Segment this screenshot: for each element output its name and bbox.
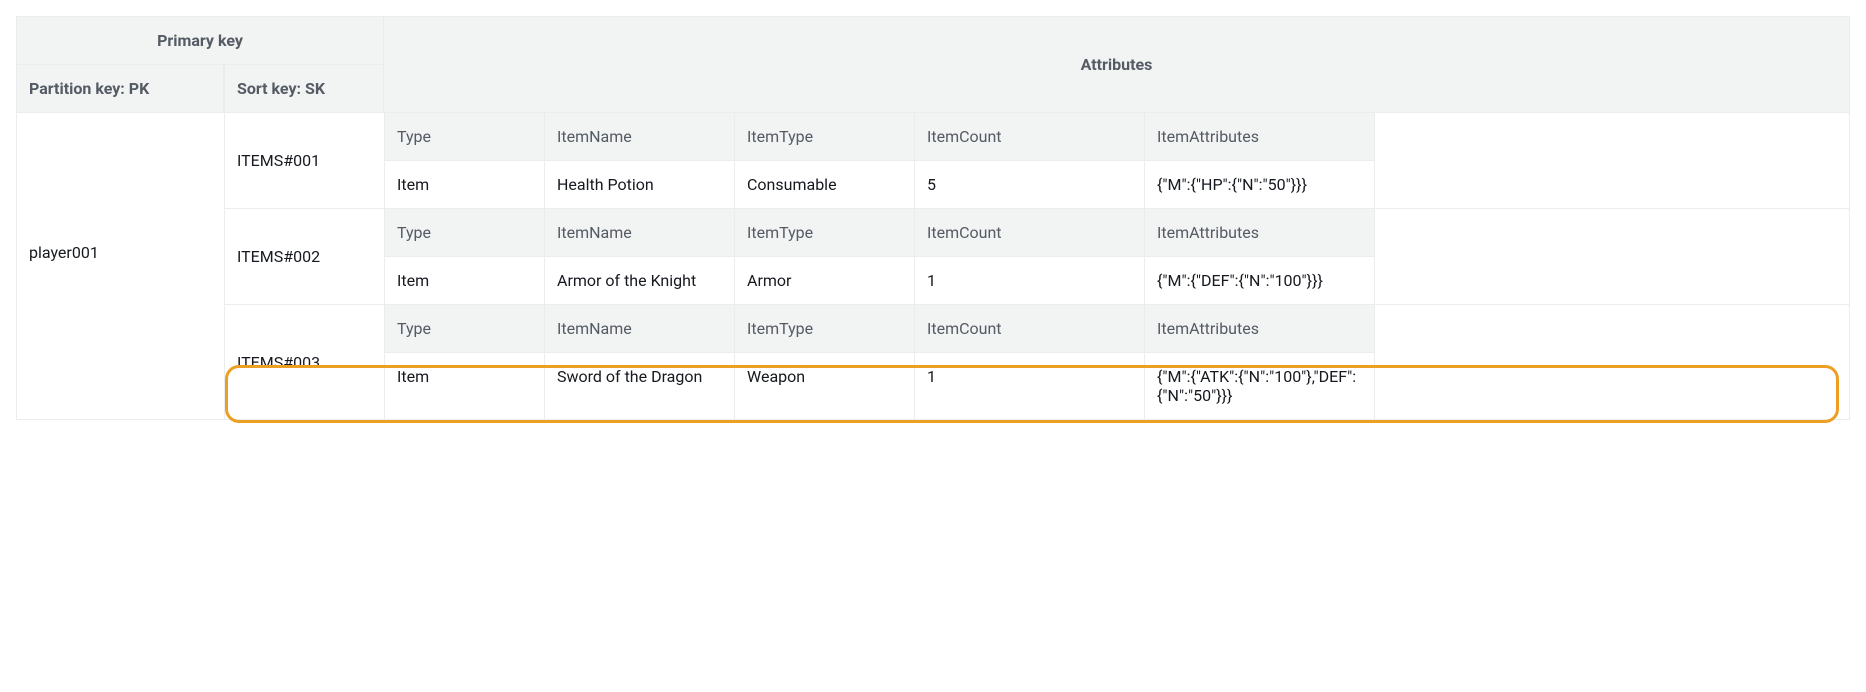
attribute-value: Item [385, 353, 545, 419]
attribute-value: Weapon [735, 353, 915, 419]
attribute-column-header: ItemName [545, 305, 735, 353]
attribute-value: Item [385, 161, 545, 208]
attribute-value: 5 [915, 161, 1145, 208]
attribute-value: {"M":{"ATK":{"N":"100"},"DEF":{"N":"50"}… [1145, 353, 1375, 419]
attribute-value: Armor [735, 257, 915, 304]
sort-key-header: Sort key: SK [224, 64, 384, 113]
attribute-value: 1 [915, 353, 1145, 419]
attribute-column-header: Type [385, 305, 545, 353]
attribute-value: Item [385, 257, 545, 304]
attribute-grid: TypeItemNameItemTypeItemCountItemAttribu… [385, 209, 1849, 304]
attribute-column-header: ItemCount [915, 113, 1145, 161]
attribute-column-header: ItemCount [915, 305, 1145, 353]
attribute-grid: TypeItemNameItemTypeItemCountItemAttribu… [385, 305, 1849, 419]
attribute-column-header: ItemType [735, 113, 915, 161]
sort-key-value: ITEMS#001 [225, 113, 385, 208]
attribute-column-header: ItemName [545, 209, 735, 257]
attribute-column-header: ItemAttributes [1145, 305, 1375, 353]
attribute-grid: TypeItemNameItemTypeItemCountItemAttribu… [385, 113, 1849, 208]
attribute-column-header: ItemCount [915, 209, 1145, 257]
attribute-value: Armor of the Knight [545, 257, 735, 304]
table-header-row: Primary key Partition key: PK Sort key: … [16, 16, 1850, 113]
attribute-column-header: ItemType [735, 305, 915, 353]
sort-key-value: ITEMS#003 [225, 305, 385, 419]
attribute-value: {"M":{"HP":{"N":"50"}}} [1145, 161, 1375, 208]
attribute-value: 1 [915, 257, 1145, 304]
dynamodb-item-table: Primary key Partition key: PK Sort key: … [16, 16, 1850, 420]
attribute-column-header: Type [385, 113, 545, 161]
partition-key-value: player001 [17, 113, 225, 419]
table-body: player001 ITEMS#001TypeItemNameItemTypeI… [16, 113, 1850, 420]
items-column: ITEMS#001TypeItemNameItemTypeItemCountIt… [225, 113, 1849, 419]
item-block: ITEMS#002TypeItemNameItemTypeItemCountIt… [225, 209, 1849, 305]
attribute-column-header: ItemAttributes [1145, 113, 1375, 161]
attribute-column-header: ItemName [545, 113, 735, 161]
sort-key-value: ITEMS#002 [225, 209, 385, 304]
attribute-value: Health Potion [545, 161, 735, 208]
item-block: ITEMS#001TypeItemNameItemTypeItemCountIt… [225, 113, 1849, 209]
attribute-column-header: Type [385, 209, 545, 257]
item-block: ITEMS#003TypeItemNameItemTypeItemCountIt… [225, 305, 1849, 419]
primary-key-header: Primary key [16, 16, 384, 64]
primary-key-header-group: Primary key Partition key: PK Sort key: … [16, 16, 384, 113]
partition-key-header: Partition key: PK [16, 64, 224, 113]
attribute-column-header: ItemAttributes [1145, 209, 1375, 257]
attribute-value: Consumable [735, 161, 915, 208]
attribute-value: {"M":{"DEF":{"N":"100"}}} [1145, 257, 1375, 304]
attributes-header: Attributes [384, 16, 1850, 113]
attribute-column-header: ItemType [735, 209, 915, 257]
attribute-value: Sword of the Dragon [545, 353, 735, 419]
